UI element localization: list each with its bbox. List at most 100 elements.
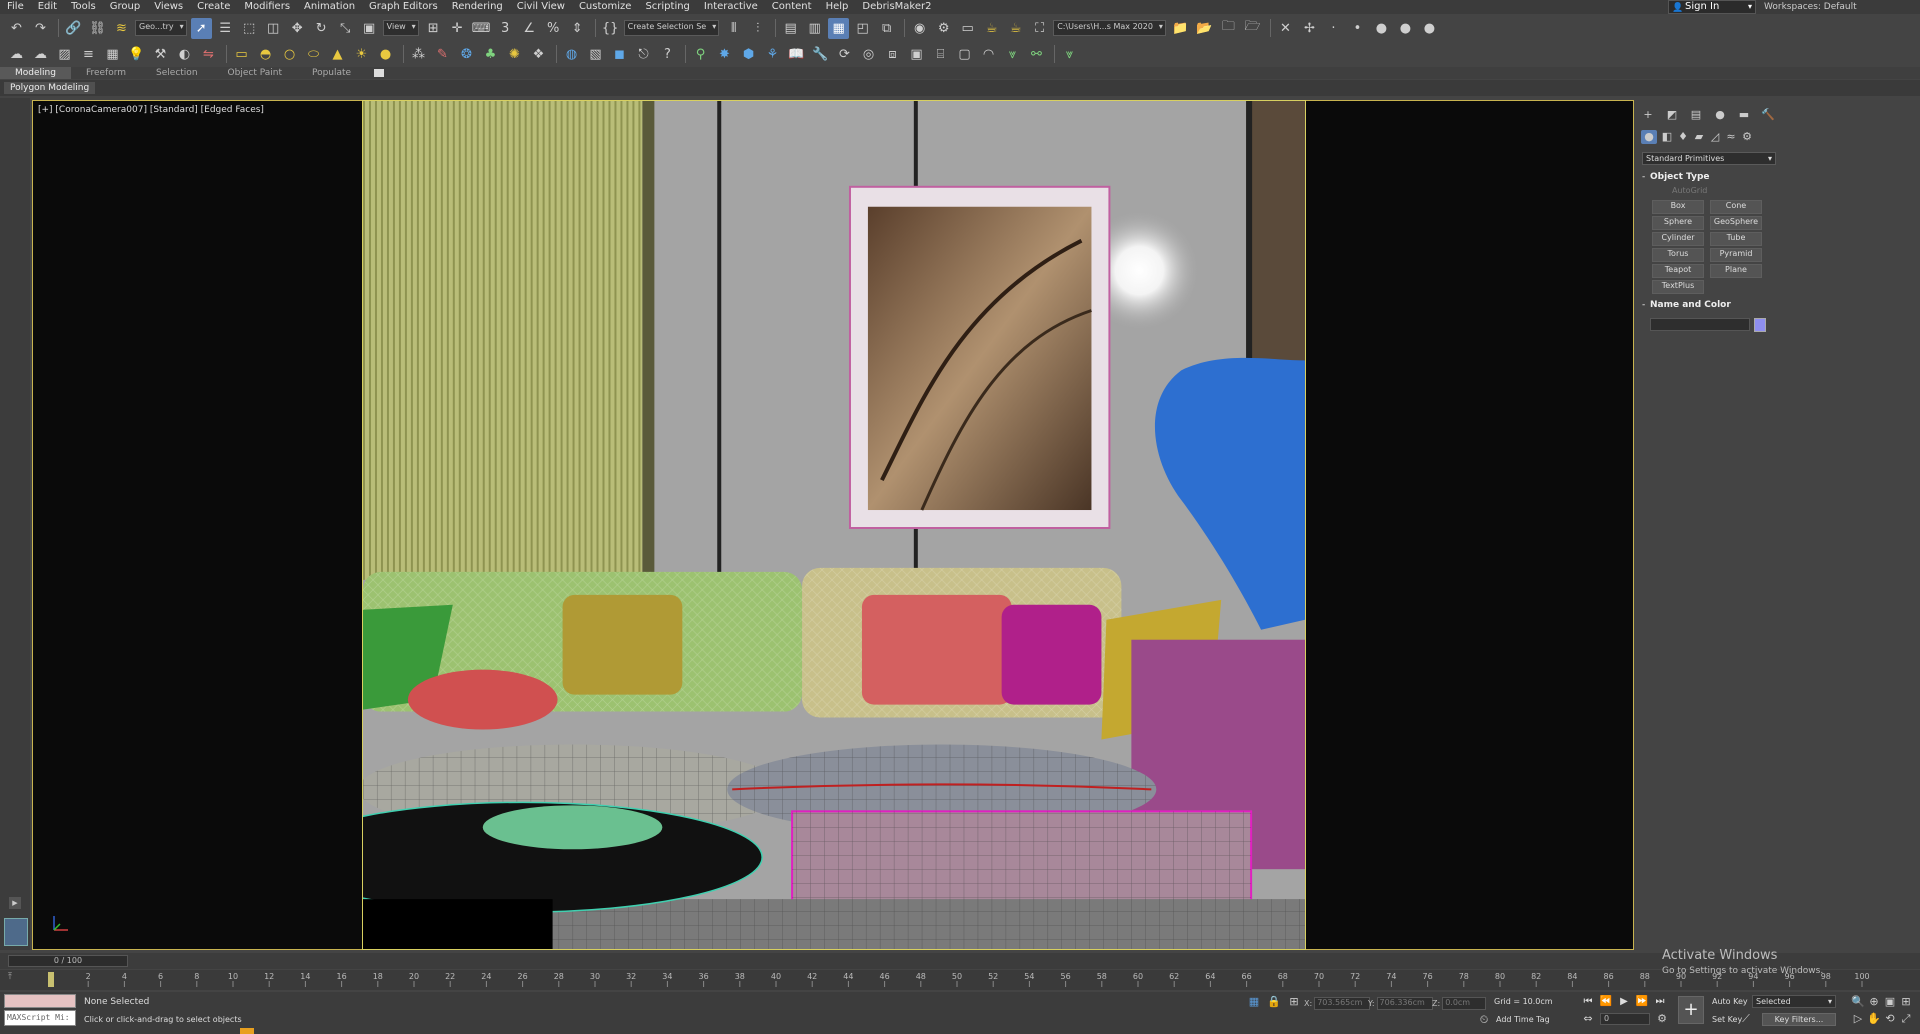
orbit-icon[interactable]: ⟲ (1882, 1012, 1898, 1026)
pin-lamp-icon[interactable]: ⚯ (1026, 44, 1047, 65)
go-to-start-icon[interactable]: ⏮ (1580, 995, 1596, 1009)
y-coordinate-field[interactable]: 706.336cm (1376, 997, 1433, 1010)
book-icon[interactable]: 📖 (786, 44, 807, 65)
select-manipulate-icon[interactable]: ✛ (447, 18, 468, 39)
object-color-swatch[interactable] (1754, 318, 1766, 332)
keyboard-shortcut-icon[interactable]: ⌨ (471, 18, 492, 39)
rotate-icon[interactable]: ↻ (311, 18, 332, 39)
fur-icon[interactable]: ✺ (504, 44, 525, 65)
menu-item-file[interactable]: File (0, 0, 31, 14)
add-time-tag[interactable]: Add Time Tag (1496, 1015, 1550, 1024)
isolate-selection-icon[interactable]: ▦ (1246, 995, 1262, 1009)
foliage-icon[interactable]: ♣ (480, 44, 501, 65)
modify-tab-icon[interactable]: ◩ (1664, 108, 1680, 122)
hierarchy-tab-icon[interactable]: ▤ (1688, 108, 1704, 122)
spinner-snap-icon[interactable]: ⇕ (567, 18, 588, 39)
shapes-category-icon[interactable]: ◧ (1659, 130, 1675, 144)
sphere-light-icon[interactable]: ○ (279, 44, 300, 65)
torus-button[interactable]: Torus (1652, 248, 1704, 262)
cone-light-icon[interactable]: ▲ (327, 44, 348, 65)
lights-category-icon[interactable]: ♦ (1675, 130, 1691, 144)
sphere-button[interactable]: Sphere (1652, 216, 1704, 230)
star-icon[interactable]: ✸ (714, 44, 735, 65)
safe-frame-icon[interactable]: ▣ (906, 44, 927, 65)
light-bulb-icon[interactable]: 💡 (126, 44, 147, 65)
key-filters-button[interactable]: Key Filters... (1762, 1013, 1836, 1026)
window-crossing-icon[interactable]: ◫ (263, 18, 284, 39)
next-frame-icon[interactable]: ⏩ (1634, 995, 1650, 1009)
previous-frame-icon[interactable]: ⏪ (1598, 995, 1614, 1009)
unlink-icon[interactable]: ⛓ (87, 18, 108, 39)
grid-icon[interactable]: ▦ (102, 44, 123, 65)
material-ball-icon[interactable]: ◍ (561, 44, 582, 65)
maxscript-mini-listener[interactable]: MAXScript Mi: (4, 1010, 76, 1026)
current-frame-field[interactable]: 0 (1600, 1013, 1650, 1025)
pan-icon[interactable]: ✋ (1866, 1012, 1882, 1026)
plane-light-icon[interactable]: ▭ (231, 44, 252, 65)
named-selection-dropdown[interactable]: Create Selection Se (623, 20, 720, 36)
link-icon[interactable]: 🔗 (63, 18, 84, 39)
x-coordinate[interactable]: X: 703.565cm (1304, 997, 1371, 1010)
maximize-viewport-icon[interactable]: ⤢ (1898, 1012, 1914, 1026)
cylinder-button[interactable]: Cylinder (1652, 232, 1704, 246)
cloud-icon[interactable]: ☁ (6, 44, 27, 65)
auto-key-button[interactable]: Auto Key (1712, 997, 1748, 1006)
motion-tab-icon[interactable]: ● (1712, 108, 1728, 122)
menu-item-animation[interactable]: Animation (297, 0, 362, 14)
menu-item-modifiers[interactable]: Modifiers (237, 0, 297, 14)
object-type-rollout[interactable]: - Object Type (1642, 171, 1776, 183)
tube-button[interactable]: Tube (1710, 232, 1762, 246)
wrench-icon[interactable]: 🔧 (810, 44, 831, 65)
time-tag-icon[interactable]: ⏲ (1476, 1013, 1492, 1027)
zoom-icon[interactable]: 🔍 (1850, 995, 1866, 1009)
mirror-icon[interactable]: ⫴ (723, 18, 744, 39)
menu-item-tools[interactable]: Tools (64, 0, 103, 14)
a360-icon[interactable]: ⛶ (1029, 18, 1050, 39)
spacewarps-category-icon[interactable]: ≈ (1723, 130, 1739, 144)
menu-item-graph-editors[interactable]: Graph Editors (362, 0, 445, 14)
project-open-icon[interactable]: 📂 (1194, 18, 1215, 39)
absolute-mode-icon[interactable]: ⊞ (1286, 995, 1302, 1009)
disc-light-icon[interactable]: ⬭ (303, 44, 324, 65)
z-coordinate-field[interactable]: 0.0cm (1442, 997, 1487, 1010)
key-mode-dropdown[interactable]: Selected (1752, 995, 1836, 1008)
menu-item-civil-view[interactable]: Civil View (510, 0, 572, 14)
ribbon-toggle-icon[interactable]: ▦ (828, 17, 850, 39)
dome-light-icon[interactable]: ◓ (255, 44, 276, 65)
undo-icon[interactable]: ↶ (6, 18, 27, 39)
move-icon[interactable]: ✥ (287, 18, 308, 39)
play-icon[interactable]: ▶ (1616, 995, 1632, 1009)
time-slider[interactable]: 0 / 100 (8, 955, 128, 967)
selection-lock-icon[interactable]: 🔒 (1266, 995, 1282, 1009)
material-editor-icon[interactable]: ◉ (909, 18, 930, 39)
zoom-extents-all-icon[interactable]: ⊞ (1898, 995, 1914, 1009)
cone-button[interactable]: Cone (1710, 200, 1762, 214)
time-config-icon[interactable]: ⚙ (1654, 1012, 1670, 1026)
time-slider-handle[interactable] (48, 972, 54, 987)
viewport-label[interactable]: [+] [CoronaCamera007] [Standard] [Edged … (38, 105, 264, 115)
teapot-button[interactable]: Teapot (1652, 264, 1704, 278)
halfmoon-icon[interactable]: ◐ (174, 44, 195, 65)
scale-icon[interactable]: ⤡ (335, 18, 356, 39)
render-setup-icon[interactable]: ⚙ (933, 18, 954, 39)
textplus-button[interactable]: TextPlus (1652, 280, 1704, 294)
help-icon[interactable]: ? (657, 44, 678, 65)
ribbon-tab-modeling[interactable]: Modeling (0, 67, 71, 79)
bind-space-warp-icon[interactable]: ≋ (111, 18, 132, 39)
cameras-category-icon[interactable]: ▰ (1691, 130, 1707, 144)
sign-in-button[interactable]: 👤 Sign In ▾ (1668, 0, 1756, 14)
default-tangent-icon[interactable]: ⟋ (1738, 1012, 1754, 1026)
key-mode-toggle-icon[interactable]: ⇔ (1580, 1012, 1596, 1026)
material-library-icon[interactable]: ▧ (585, 44, 606, 65)
menu-item-content[interactable]: Content (765, 0, 819, 14)
zoom-extents-icon[interactable]: ▣ (1882, 995, 1898, 1009)
polygon-modeling-tab[interactable]: Polygon Modeling (4, 82, 96, 94)
sun-icon[interactable]: ☀ (351, 44, 372, 65)
go-to-end-icon[interactable]: ⏭ (1652, 995, 1668, 1009)
image-icon[interactable]: ▨ (54, 44, 75, 65)
ribbon-minimize-icon[interactable] (374, 69, 385, 77)
utilities-tab-icon[interactable]: 🔨 (1760, 108, 1776, 122)
placement-icon[interactable]: ▣ (359, 18, 380, 39)
pivot-center-icon[interactable]: ⊞ (423, 18, 444, 39)
x-coordinate-field[interactable]: 703.565cm (1314, 997, 1371, 1010)
